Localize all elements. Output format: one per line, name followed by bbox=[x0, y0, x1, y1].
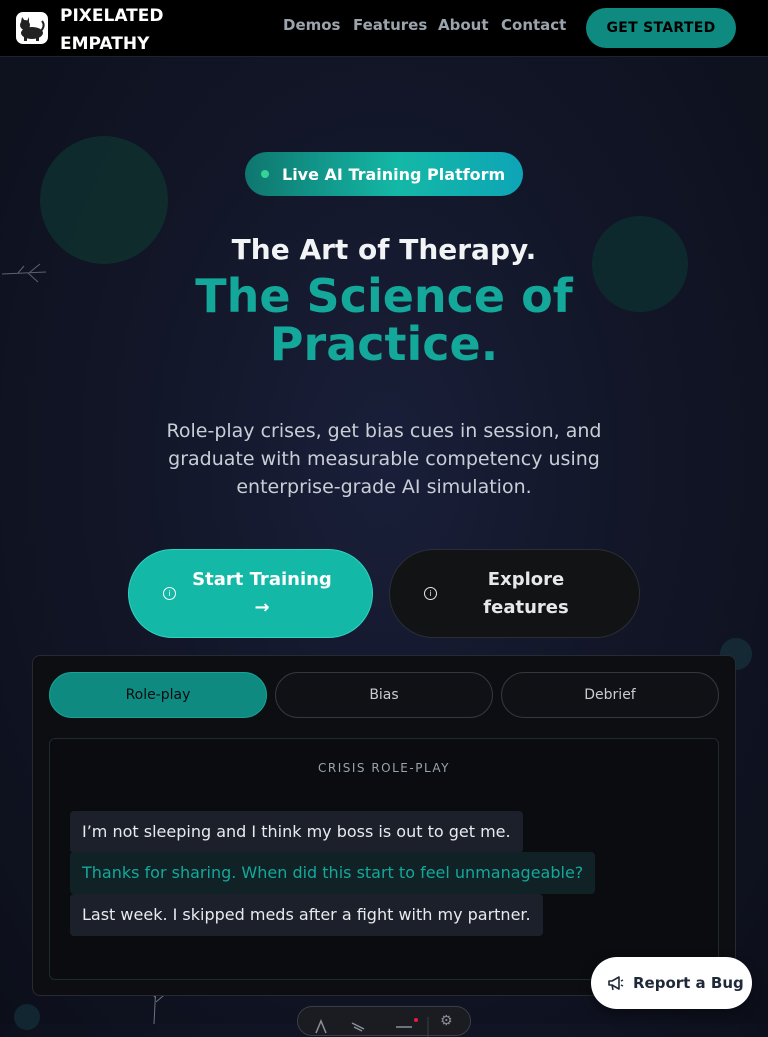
chat-message-ai: Thanks for sharing. When did this start … bbox=[70, 852, 596, 894]
info-circle-icon: i bbox=[163, 587, 176, 600]
start-training-button[interactable]: i Start Training → bbox=[128, 549, 373, 638]
info-circle-icon: i bbox=[424, 587, 437, 600]
get-started-button[interactable]: GET STARTED bbox=[586, 8, 736, 48]
chat-message-user: Last week. I skipped meds after a fight … bbox=[70, 894, 543, 936]
tab-bias[interactable]: Bias bbox=[275, 672, 493, 718]
nav-contact[interactable]: Contact bbox=[501, 16, 566, 34]
nav-demos[interactable]: Demos bbox=[283, 16, 341, 34]
report-bug-button[interactable]: Report a Bug bbox=[591, 957, 752, 1009]
toolbar-icon bbox=[315, 1017, 429, 1037]
hero-subtitle: Role-play crises, get bias cues in sessi… bbox=[166, 420, 602, 498]
decor-orb bbox=[14, 1004, 40, 1030]
nav-about[interactable]: About bbox=[438, 16, 489, 34]
card-title: CRISIS ROLE-PLAY bbox=[317, 761, 451, 775]
demo-panel: Role-play Bias Debrief CRISIS ROLE-PLAY … bbox=[32, 655, 736, 996]
badge-label: Live AI Training Platform bbox=[282, 164, 506, 184]
report-bug-label: Report a Bug bbox=[633, 974, 744, 992]
status-dot bbox=[261, 170, 269, 178]
explore-features-label: Explore features bbox=[483, 569, 569, 618]
chat-message-user: I’m not sleeping and I think my boss is … bbox=[70, 811, 523, 853]
brand-name[interactable]: PIXELATED EMPATHY bbox=[60, 2, 200, 58]
nav-features[interactable]: Features bbox=[353, 16, 427, 34]
brand-logo[interactable] bbox=[16, 12, 48, 44]
bottom-toolbar[interactable]: ⚙ bbox=[297, 1006, 471, 1037]
tab-role-play[interactable]: Role-play bbox=[49, 672, 267, 718]
cat-logo-icon bbox=[20, 17, 45, 41]
top-navbar: PIXELATED EMPATHY Demos Features About C… bbox=[0, 0, 768, 57]
gear-icon[interactable]: ⚙ bbox=[440, 1013, 453, 1029]
live-badge: Live AI Training Platform bbox=[245, 152, 523, 196]
tab-debrief[interactable]: Debrief bbox=[501, 672, 719, 718]
start-training-label: Start Training → bbox=[192, 569, 332, 618]
roleplay-card: CRISIS ROLE-PLAY I’m not sleeping and I … bbox=[49, 738, 719, 980]
explore-features-button[interactable]: i Explore features bbox=[389, 549, 640, 638]
headline-line1: The Art of Therapy. bbox=[231, 233, 537, 266]
headline-line2: The Science of Practice. bbox=[195, 269, 573, 371]
megaphone-icon bbox=[608, 976, 624, 991]
